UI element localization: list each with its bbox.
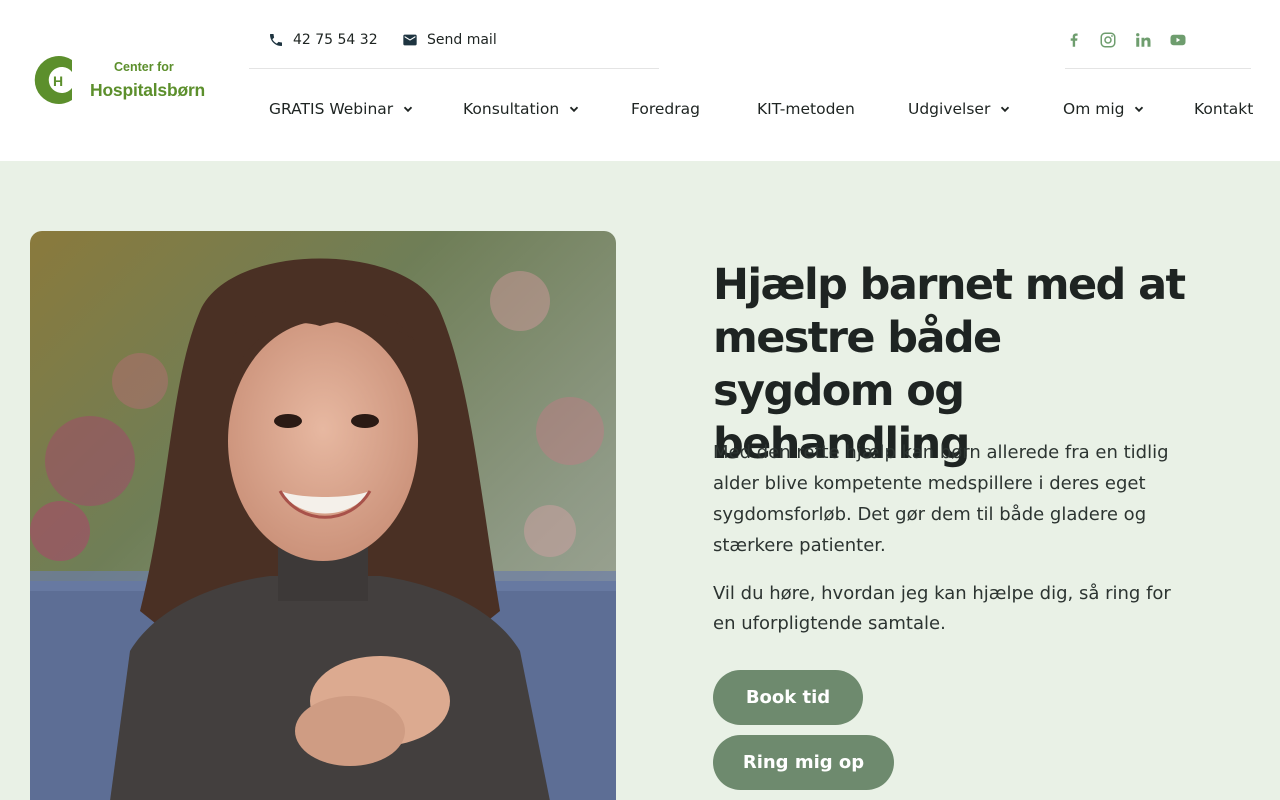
hero-paragraph-2: Vil du høre, hvordan jeg kan hjælpe dig,… (713, 583, 1171, 634)
nav-item-konsultation[interactable]: Konsultation (463, 97, 579, 121)
nav-label: Konsultation (463, 100, 560, 118)
send-mail-label: Send mail (427, 32, 497, 48)
nav-item-foredrag[interactable]: Foredrag (631, 97, 700, 121)
phone-link[interactable]: 42 75 54 32 (268, 30, 378, 50)
instagram-link[interactable] (1099, 31, 1117, 49)
nav-label: Udgivelser (908, 100, 991, 118)
instagram-icon (1100, 32, 1116, 48)
phone-icon (270, 34, 282, 46)
ring-mig-op-button[interactable]: Ring mig op (713, 735, 894, 790)
header-divider (249, 68, 659, 69)
logo[interactable]: H Center for Hospitalsbørn (32, 52, 206, 108)
logo-line1: Center for (114, 60, 174, 74)
linkedin-link[interactable] (1134, 31, 1152, 49)
nav-label: Om mig (1063, 100, 1125, 118)
send-mail-link[interactable]: Send mail (402, 30, 497, 50)
nav-item-kit-metoden[interactable]: KIT-metoden (757, 97, 855, 121)
youtube-icon (1170, 34, 1186, 46)
book-tid-button[interactable]: Book tid (713, 670, 863, 725)
nav-item-kontakt[interactable]: Kontakt (1194, 97, 1253, 121)
logo-line2: Hospitalsbørn (90, 80, 206, 100)
nav-label: Kontakt (1194, 100, 1254, 118)
linkedin-icon (1136, 33, 1151, 47)
header-divider (1065, 68, 1251, 69)
phone-label: 42 75 54 32 (293, 32, 378, 48)
hero-paragraph-1: Med den rette hjælp kan børn allerede fr… (713, 442, 1169, 556)
chevron-down-icon (1001, 106, 1010, 113)
logo-letter: H (53, 73, 63, 89)
chevron-down-icon (404, 106, 413, 113)
chevron-down-icon (1135, 106, 1144, 113)
facebook-icon (1070, 33, 1078, 47)
nav-item-om-mig[interactable]: Om mig (1063, 97, 1144, 121)
logo-mark-icon: H (34, 56, 72, 104)
nav-item-gratis-webinar[interactable]: GRATIS Webinar (269, 97, 413, 121)
site-header: H Center for Hospitalsbørn 42 75 54 32 S… (0, 0, 1280, 161)
nav-label: Foredrag (631, 100, 700, 118)
chevron-down-icon (570, 106, 579, 113)
portrait-photo (30, 231, 616, 800)
nav-label: GRATIS Webinar (269, 100, 394, 118)
nav-item-udgivelser[interactable]: Udgivelser (908, 97, 1010, 121)
facebook-link[interactable] (1065, 31, 1083, 49)
hero-section: Hjælp barnet med at mestre både sygdom o… (0, 161, 1280, 800)
envelope-icon (403, 34, 417, 46)
nav-label: KIT-metoden (757, 100, 855, 118)
youtube-link[interactable] (1169, 31, 1187, 49)
